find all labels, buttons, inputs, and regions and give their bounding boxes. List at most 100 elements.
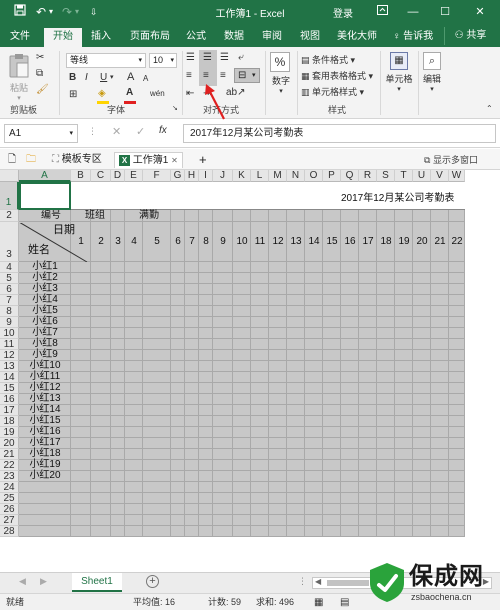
underline-dropdown-icon[interactable]: ▾ <box>110 72 114 84</box>
column-header[interactable]: W <box>449 170 465 182</box>
row-header[interactable]: 8 <box>0 306 19 317</box>
format-as-table-button[interactable]: ▦ 套用表格格式 ▾ <box>301 69 373 82</box>
top-align-icon[interactable]: ☰ <box>186 52 195 64</box>
row-header[interactable]: 15 <box>0 383 19 394</box>
tab-formulas[interactable]: 公式 <box>182 28 210 47</box>
column-header[interactable]: D <box>111 170 125 182</box>
maximize-button[interactable]: ☐ <box>433 3 457 21</box>
tab-meihua[interactable]: 美化大师 <box>334 28 380 47</box>
column-header[interactable]: G <box>171 170 185 182</box>
scroll-left-icon[interactable]: ◀ <box>315 577 321 586</box>
close-icon[interactable]: ✕ <box>171 156 178 165</box>
minimize-button[interactable]: — <box>401 3 425 21</box>
column-header[interactable]: T <box>395 170 413 182</box>
tab-insert[interactable]: 插入 <box>86 28 116 47</box>
decrease-indent-icon[interactable]: ⇤ <box>186 88 194 100</box>
align-center-icon[interactable]: ≡ <box>203 70 209 82</box>
row-header[interactable]: 19 <box>0 427 19 438</box>
column-header[interactable]: S <box>377 170 395 182</box>
row-header[interactable]: 1 <box>0 182 19 210</box>
row-header[interactable]: 2 <box>0 210 19 222</box>
bottom-align-icon[interactable]: ☰ <box>220 52 229 64</box>
wrap-text-icon[interactable]: ⤶ <box>238 52 244 64</box>
format-painter-icon[interactable]: 🖌 <box>36 84 49 96</box>
underline-button[interactable]: U <box>100 72 107 84</box>
font-shrink-button[interactable]: A <box>143 73 148 85</box>
copy-icon[interactable]: ⧉ <box>36 68 43 80</box>
fill-color-icon[interactable]: ◈ <box>98 88 106 100</box>
folder-icon[interactable]: 🗀 <box>26 152 36 168</box>
row-header[interactable]: 11 <box>0 339 19 350</box>
tab-review[interactable]: 审阅 <box>258 28 286 47</box>
column-header[interactable]: K <box>233 170 251 182</box>
row-header[interactable]: 6 <box>0 284 19 295</box>
row-header[interactable]: 21 <box>0 449 19 460</box>
column-header[interactable]: F <box>143 170 171 182</box>
row-header[interactable]: 17 <box>0 405 19 416</box>
row-header[interactable]: 28 <box>0 526 19 537</box>
row-header[interactable]: 9 <box>0 317 19 328</box>
tab-workbook1[interactable]: X 工作簿1 ✕ <box>114 152 183 168</box>
column-header[interactable]: I <box>199 170 213 182</box>
confirm-entry-icon[interactable]: ✓ <box>136 125 145 138</box>
column-header[interactable]: M <box>269 170 287 182</box>
new-tab-button[interactable]: + <box>199 152 207 168</box>
page-layout-view-icon[interactable]: ▤ <box>340 595 349 610</box>
add-sheet-button[interactable]: + <box>146 575 159 588</box>
close-button[interactable]: ✕ <box>468 3 492 21</box>
scroll-right-icon[interactable]: ▶ <box>40 576 47 587</box>
font-grow-button[interactable]: A <box>127 71 134 83</box>
scrollbar-thumb[interactable] <box>327 580 369 586</box>
font-name-select[interactable]: 等线 ▾ <box>66 53 146 68</box>
column-header[interactable]: E <box>125 170 143 182</box>
row-header[interactable]: 10 <box>0 328 19 339</box>
login-link[interactable]: 登录 <box>333 5 353 20</box>
tab-page-layout[interactable]: 页面布局 <box>124 28 176 47</box>
column-header[interactable]: C <box>91 170 111 182</box>
middle-align-icon[interactable]: ☰ <box>203 52 212 64</box>
column-header[interactable]: Q <box>341 170 359 182</box>
column-header[interactable]: V <box>431 170 449 182</box>
row-header[interactable]: 25 <box>0 493 19 504</box>
scroll-left-icon[interactable]: ◀ <box>19 576 26 587</box>
tab-file[interactable]: 文件 <box>5 28 35 47</box>
merge-center-button[interactable]: ⊟ ▾ <box>234 68 260 83</box>
row-header[interactable]: 23 <box>0 471 19 482</box>
tab-home[interactable]: 开始 <box>44 28 82 47</box>
tab-view[interactable]: 视图 <box>296 28 324 47</box>
row-header[interactable]: 16 <box>0 394 19 405</box>
row-header[interactable]: 26 <box>0 504 19 515</box>
collapse-ribbon-icon[interactable]: ⌃ <box>486 103 493 115</box>
column-header[interactable]: J <box>213 170 233 182</box>
row-header[interactable]: 27 <box>0 515 19 526</box>
cells-button[interactable]: ▦ 单元格 ▾ <box>384 52 414 93</box>
column-header[interactable]: A <box>19 170 71 182</box>
phonetic-button[interactable]: wén <box>150 88 165 100</box>
column-header[interactable]: O <box>305 170 323 182</box>
column-header[interactable]: R <box>359 170 377 182</box>
column-header[interactable]: L <box>251 170 269 182</box>
tab-data[interactable]: 数据 <box>220 28 248 47</box>
row-header[interactable]: 3 <box>0 222 19 262</box>
font-size-select[interactable]: 10 ▾ <box>149 53 177 68</box>
align-left-icon[interactable]: ≡ <box>186 70 192 82</box>
share-button[interactable]: ⚇ 共享 <box>444 27 496 45</box>
row-header[interactable]: 13 <box>0 361 19 372</box>
row-header[interactable]: 14 <box>0 372 19 383</box>
row-header[interactable]: 12 <box>0 350 19 361</box>
name-box[interactable]: A1 ▾ <box>4 124 78 143</box>
number-format-button[interactable]: % 数字 ▾ <box>270 52 292 95</box>
row-header[interactable]: 24 <box>0 482 19 493</box>
row-header[interactable]: 22 <box>0 460 19 471</box>
ribbon-display-options-icon[interactable] <box>370 3 394 21</box>
paste-button[interactable]: 粘贴 ▾ <box>6 53 32 102</box>
row-header[interactable]: 20 <box>0 438 19 449</box>
italic-button[interactable]: I <box>85 72 88 84</box>
select-all-corner[interactable] <box>0 170 19 182</box>
cancel-entry-icon[interactable]: ✕ <box>112 125 121 138</box>
row-header[interactable]: 7 <box>0 295 19 306</box>
cell-styles-button[interactable]: ▥ 单元格样式 ▾ <box>301 85 364 98</box>
bold-button[interactable]: B <box>69 72 76 84</box>
column-header[interactable]: P <box>323 170 341 182</box>
spreadsheet-grid[interactable]: A B C D E F G H I J K L M N O P Q R S T U V W 1 2 3 4 5 6 7 8 9 10 11 12 13… <box>0 170 500 572</box>
